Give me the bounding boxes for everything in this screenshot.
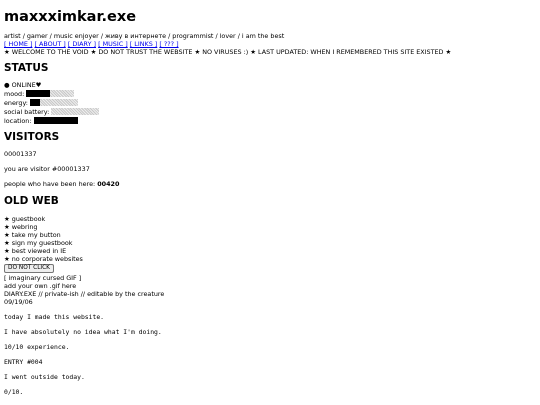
visitor-number-text: you are visitor #00001337 — [4, 165, 90, 174]
diary-section: DIARY.EXE // private-ish // editable by … — [4, 290, 536, 396]
oldweb-section: ★ guestbook ★ webring ★ take my button ★… — [4, 215, 536, 290]
nav-link-about[interactable]: [ ABOUT ] — [34, 40, 65, 48]
mood-bar-fill — [26, 90, 51, 98]
mood-label: mood: — [4, 89, 25, 98]
list-item: ★ no corporate websites — [4, 254, 83, 263]
social-battery-row: social battery: — [4, 107, 536, 116]
diary-entry-line: 0/10. — [4, 387, 24, 396]
location-bar — [33, 117, 78, 125]
diary-entry-line: today I made this website. — [4, 312, 105, 321]
marquee-text: ★ WELCOME TO THE VOID ★ DO NOT TRUST THE… — [4, 48, 452, 57]
diary-entry-heading: ENTRY #004 — [4, 357, 43, 366]
social-battery-label: social battery: — [4, 107, 50, 116]
location-bar-fill — [33, 117, 78, 125]
total-visitors-label: people who have been here: — [4, 180, 98, 189]
mood-row: mood: — [4, 89, 536, 98]
do-not-click-button[interactable]: DO NOT CLICK — [4, 263, 54, 273]
online-indicator: ● ONLINE♥ — [4, 81, 42, 90]
diary-entry-line: I went outside today. — [4, 372, 85, 381]
energy-bar — [29, 99, 78, 107]
energy-row: energy: — [4, 98, 536, 107]
diary-date: 09/19/06 — [4, 297, 33, 306]
status-heading: STATUS — [4, 62, 49, 75]
social-battery-bar — [51, 108, 100, 116]
nav-link-music[interactable]: [ MUSIC ] — [98, 40, 128, 48]
visitors-heading: VISITORS — [4, 131, 60, 144]
visitors-section: 00001337 you are visitor #00001337 peopl… — [4, 150, 536, 188]
status-section: ● ONLINE♥ mood: energy: social battery: … — [4, 81, 536, 125]
diary-title: DIARY.EXE // private-ish // editable by … — [4, 289, 165, 298]
site-title: maxxximkar.exe — [4, 9, 137, 25]
tagline: artist / gamer / music enjoyer / живу в … — [4, 32, 285, 41]
diary-entry-line: 10/10 experience. — [4, 342, 70, 351]
visitor-counter: 00001337 — [4, 150, 37, 159]
page: maxxximkar.exe artist / gamer / music en… — [0, 0, 540, 396]
list-item: ★ guestbook — [4, 214, 46, 223]
list-item: ★ sign my guestbook — [4, 238, 73, 247]
gif-note: add your own .gif here — [4, 281, 77, 290]
nav-link-home[interactable]: [ HOME ] — [4, 40, 32, 48]
mood-bar — [26, 90, 75, 98]
nav-link-secret[interactable]: [ ??? ] — [159, 40, 178, 48]
location-row: location: — [4, 116, 536, 125]
total-visitors-line: people who have been here: 00420 — [4, 180, 536, 188]
diary-entry-line: I have absolutely no idea what I'm doing… — [4, 327, 162, 336]
oldweb-heading: OLD WEB — [4, 195, 59, 208]
energy-bar-fill — [29, 99, 40, 107]
energy-label: energy: — [4, 98, 28, 107]
nav-link-diary[interactable]: [ DIARY ] — [68, 40, 96, 48]
list-item: ★ take my button — [4, 230, 61, 239]
gif-placeholder: [ imaginary cursed GIF ] — [4, 273, 82, 282]
list-item: ★ webring — [4, 222, 38, 231]
list-item: ★ best viewed in IE — [4, 246, 67, 255]
nav-bar: [ HOME ] [ ABOUT ] [ DIARY ] [ MUSIC ] [… — [4, 40, 536, 48]
location-label: location: — [4, 116, 32, 125]
nav-link-links[interactable]: [ LINKS ] — [130, 40, 158, 48]
total-visitors-count: 00420 — [97, 180, 120, 189]
oldweb-list: ★ guestbook ★ webring ★ take my button ★… — [4, 215, 536, 263]
